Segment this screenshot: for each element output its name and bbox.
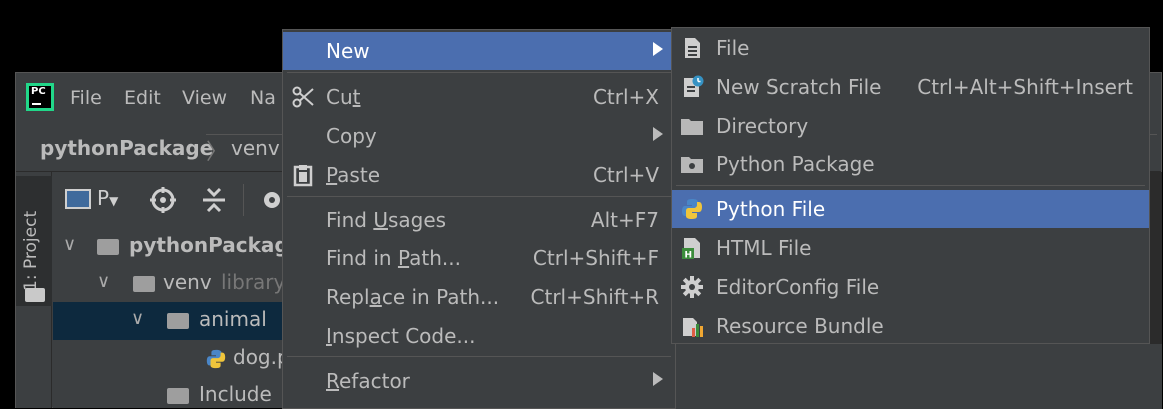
clipboard-icon: [293, 165, 313, 187]
dropdown-arrow-icon: ▼: [109, 194, 119, 208]
menu-item-copy[interactable]: Copy: [283, 117, 675, 155]
menu-item-label: Paste: [326, 163, 380, 187]
gear-icon: [681, 276, 703, 298]
menu-item-shortcut: Ctrl+X: [592, 85, 659, 109]
menu-item-shortcut: Ctrl+Shift+R: [530, 285, 659, 309]
submenu-item-resource-bundle[interactable]: Resource Bundle: [672, 307, 1149, 345]
folder-icon: [167, 388, 189, 404]
menu-file[interactable]: File: [70, 87, 102, 109]
submenu-arrow-icon: [653, 42, 663, 56]
submenu-item-new-scratch-file[interactable]: New Scratch File Ctrl+Alt+Shift+Insert: [672, 68, 1149, 106]
menu-item-label: EditorConfig File: [716, 275, 880, 299]
menu-item-label: Copy: [326, 124, 377, 148]
menu-item-label: Python Package: [716, 152, 875, 176]
menu-item-shortcut: Ctrl+Shift+F: [532, 246, 659, 270]
menu-separator: [287, 356, 671, 357]
tree-row-label: venv: [163, 270, 212, 294]
folder-icon: [25, 288, 45, 302]
folder-icon: [133, 276, 155, 292]
submenu-item-python-file[interactable]: Python File: [672, 190, 1149, 228]
menu-item-replace-in-path[interactable]: Replace in Path... Ctrl+Shift+R: [283, 278, 675, 316]
menu-item-new[interactable]: New: [283, 32, 675, 70]
package-folder-icon: [681, 157, 703, 173]
menu-separator: [676, 185, 1145, 186]
menu-item-cut[interactable]: Cut Ctrl+X: [283, 78, 675, 116]
locate-target-icon[interactable]: [149, 186, 177, 214]
menu-item-label: Refactor: [326, 369, 410, 393]
tree-row-label: Include: [199, 382, 272, 406]
menu-item-paste[interactable]: Paste Ctrl+V: [283, 156, 675, 194]
context-menu: New Cut Ctrl+X Copy Paste Ctrl+V Find Us…: [282, 29, 676, 409]
tree-row-animal[interactable]: ∨ animal: [53, 302, 293, 340]
tree-row-label: animal: [199, 307, 267, 331]
menu-navigate[interactable]: Na: [250, 87, 276, 109]
file-icon: [685, 38, 700, 58]
menu-item-label: File: [716, 36, 750, 60]
chevron-down-icon[interactable]: ∨: [131, 308, 144, 329]
menu-item-inspect-code[interactable]: Inspect Code...: [283, 317, 675, 355]
submenu-arrow-icon: [653, 372, 663, 386]
menu-item-label: Find Usages: [326, 208, 447, 232]
tree-row-label: pythonPackage: [129, 233, 303, 257]
project-view-icon[interactable]: [65, 189, 91, 209]
view-selector-label: P: [97, 186, 110, 210]
submenu-item-python-package[interactable]: Python Package: [672, 145, 1149, 183]
scratch-file-icon: [684, 75, 704, 97]
view-selector[interactable]: P▼: [97, 186, 118, 210]
project-toolbar: P▼: [53, 172, 293, 228]
menu-item-shortcut: Ctrl+V: [592, 163, 659, 187]
chevron-down-icon[interactable]: ∨: [97, 271, 110, 292]
python-icon: [682, 199, 702, 219]
scissors-icon: [292, 86, 314, 108]
tree-row-dog-file[interactable]: dog.p: [53, 340, 293, 378]
tree-row-suffix: library: [221, 270, 286, 294]
menu-item-label: Find in Path...: [326, 246, 461, 270]
chevron-down-icon[interactable]: ∨: [63, 234, 76, 255]
folder-icon: [167, 313, 189, 329]
tree-row-project-root[interactable]: ∨ pythonPackage: [53, 228, 302, 266]
folder-icon: [681, 119, 703, 135]
menu-item-label: Inspect Code...: [326, 324, 476, 348]
menu-item-label: Cut: [326, 85, 361, 109]
menu-item-label: New: [326, 39, 370, 63]
breadcrumb-root[interactable]: pythonPackage: [40, 136, 213, 160]
collapse-all-icon[interactable]: [201, 186, 227, 214]
menu-item-label: Replace in Path...: [326, 285, 500, 309]
menu-edit[interactable]: Edit: [124, 87, 161, 109]
menu-item-label: Resource Bundle: [716, 314, 884, 338]
tree-row-include[interactable]: Include: [53, 377, 293, 409]
menu-item-find-usages[interactable]: Find Usages Alt+F7: [283, 201, 675, 239]
toolbar-divider: [243, 184, 244, 216]
tool-window-strip: 1: Project: [16, 172, 52, 408]
breadcrumb-child[interactable]: venv: [231, 136, 280, 160]
submenu-item-file[interactable]: File: [672, 29, 1149, 67]
menu-item-label: Python File: [716, 197, 826, 221]
tree-row-venv[interactable]: ∨ venv library: [53, 265, 293, 303]
submenu-item-html-file[interactable]: H HTML File: [672, 229, 1149, 267]
menu-item-label: New Scratch File: [716, 75, 882, 99]
menu-item-label: HTML File: [716, 236, 812, 260]
project-tab-label: 1: Project: [21, 210, 41, 291]
project-tool-tab[interactable]: 1: Project: [16, 176, 52, 306]
menu-item-find-in-path[interactable]: Find in Path... Ctrl+Shift+F: [283, 239, 675, 277]
menu-separator: [287, 72, 671, 73]
python-file-icon: [206, 349, 226, 369]
folder-icon: [97, 239, 119, 255]
submenu-item-directory[interactable]: Directory: [672, 107, 1149, 145]
menu-separator: [287, 196, 671, 197]
submenu-arrow-icon: [653, 127, 663, 141]
html-file-icon: H: [682, 238, 700, 261]
menu-item-shortcut: Ctrl+Alt+Shift+Insert: [917, 75, 1133, 99]
menu-view[interactable]: View: [182, 87, 227, 109]
menu-item-refactor[interactable]: Refactor: [283, 362, 675, 400]
project-tree: ∨ pythonPackage ∨ venv library ∨ animal …: [53, 228, 302, 409]
new-submenu: File New Scratch File Ctrl+Alt+Shift+Ins…: [671, 27, 1150, 344]
pycharm-logo-icon: PC: [26, 83, 54, 111]
menu-item-label: Directory: [716, 114, 809, 138]
submenu-item-editorconfig-file[interactable]: EditorConfig File: [672, 268, 1149, 306]
resource-bundle-icon: [683, 318, 703, 337]
editor-panel: [674, 343, 1162, 409]
svg-text:H: H: [685, 251, 693, 261]
menu-item-shortcut: Alt+F7: [590, 208, 659, 232]
